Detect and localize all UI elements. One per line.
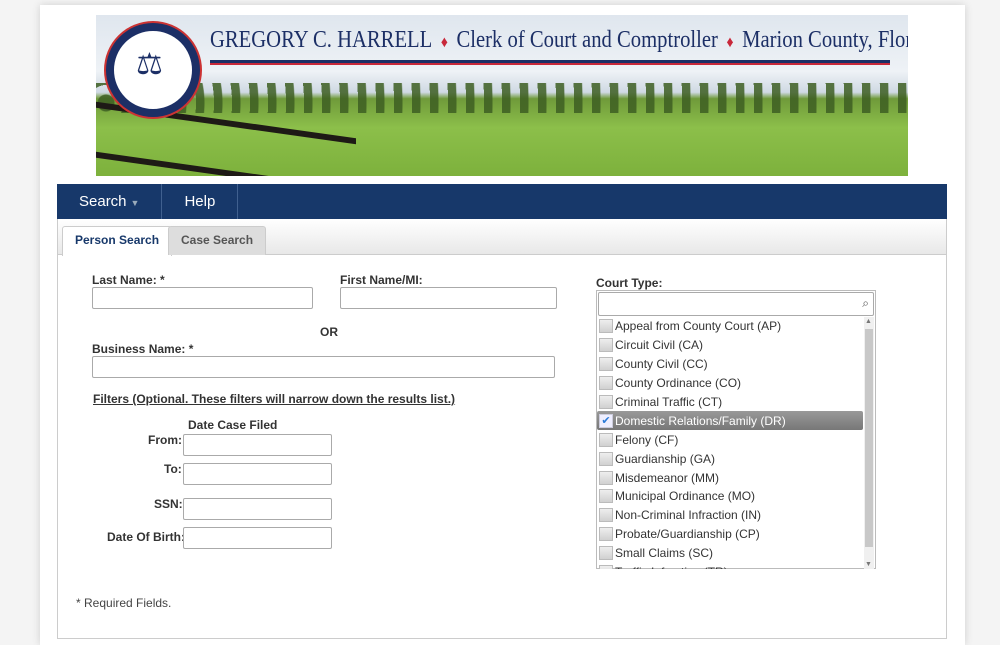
date-case-filed-heading: Date Case Filed (188, 418, 278, 432)
option-label: Municipal Ordinance (MO) (615, 489, 756, 504)
tab-case-search[interactable]: Case Search (168, 226, 267, 255)
tab-person-search[interactable]: Person Search (62, 226, 173, 256)
court-type-option[interactable]: Felony (CF) (597, 430, 865, 449)
scroll-down-icon[interactable]: ▼ (865, 561, 872, 568)
checkbox[interactable] (599, 319, 613, 334)
checkbox[interactable] (599, 470, 613, 485)
court-type-option[interactable]: Small Claims (SC) (597, 544, 865, 563)
court-type-option[interactable]: Probate/Guardianship (CP) (597, 525, 865, 544)
court-type-search-input[interactable] (598, 292, 874, 316)
tab-bar: Person Search Case Search (58, 219, 946, 256)
last-name-input[interactable] (92, 287, 313, 309)
option-label: County Ordinance (CO) (615, 376, 742, 391)
ssn-input[interactable] (183, 498, 332, 520)
nav-search[interactable]: Search ▼ (57, 184, 163, 219)
checkbox[interactable] (599, 451, 613, 466)
last-name-label: Last Name: * (92, 273, 165, 287)
scroll-up-icon[interactable]: ▲ (865, 318, 872, 325)
option-label: Non-Criminal Infraction (IN) (615, 508, 762, 523)
court-type-option[interactable]: Municipal Ordinance (MO) (597, 487, 865, 506)
dob-input[interactable] (183, 527, 332, 549)
header-banner: ⚖ GREGORY C. HARRELL ♦ Clerk of Court and … (96, 15, 908, 176)
option-label: Appeal from County Court (AP) (615, 319, 782, 334)
main-nav: Search ▼ Help (57, 184, 947, 219)
trees-decoration (96, 83, 908, 113)
option-label: Felony (CF) (615, 432, 679, 447)
scrollbar-thumb[interactable] (865, 329, 873, 547)
business-name-label: Business Name: * (92, 342, 194, 356)
checkbox[interactable] (599, 432, 613, 447)
dob-label: Date Of Birth: (107, 530, 185, 544)
court-type-option[interactable]: Guardianship (GA) (597, 449, 865, 468)
search-icon: ⌕ (862, 296, 869, 310)
from-label: From: (148, 433, 182, 447)
county-name: Marion County, Florida (742, 27, 908, 53)
option-label: Circuit Civil (CA) (615, 338, 703, 353)
court-type-option[interactable]: Criminal Traffic (CT) (597, 393, 865, 412)
to-label: To: (164, 462, 182, 476)
checkbox[interactable] (599, 357, 613, 372)
court-type-option[interactable]: Circuit Civil (CA) (597, 336, 865, 355)
option-label: Probate/Guardianship (CP) (615, 527, 760, 542)
checkbox[interactable] (599, 489, 613, 504)
or-separator: OR (320, 325, 338, 339)
checkbox[interactable] (599, 508, 613, 523)
business-name-input[interactable] (92, 356, 555, 378)
option-label: Misdemeanor (MM) (615, 470, 720, 485)
clerk-seal-logo: ⚖ (106, 23, 200, 117)
option-label: County Civil (CC) (615, 357, 708, 372)
caret-down-icon: ▼ (130, 198, 140, 208)
option-label: Guardianship (GA) (615, 451, 716, 466)
option-label: Domestic Relations/Family (DR) (615, 413, 786, 428)
filters-heading: Filters (Optional. These filters will na… (93, 392, 456, 406)
court-type-option[interactable]: ✔ Domestic Relations/Family (DR) (597, 411, 863, 431)
court-type-option[interactable]: Non-Criminal Infraction (IN) (597, 506, 865, 525)
court-type-multiselect: ⌕ Appeal from County Court (AP) Circuit C… (596, 290, 876, 569)
court-type-option[interactable]: County Civil (CC) (597, 355, 865, 374)
checkbox[interactable] (599, 376, 613, 391)
first-name-label: First Name/MI: (340, 273, 423, 287)
required-fields-note: * Required Fields. (76, 596, 172, 610)
first-name-input[interactable] (340, 287, 557, 309)
court-type-list: Appeal from County Court (AP) Circuit Civ… (597, 317, 865, 569)
nav-search-label: Search (79, 193, 127, 210)
nav-help[interactable]: Help (162, 184, 239, 219)
option-label: Small Claims (SC) (615, 546, 714, 561)
court-type-option[interactable]: Misdemeanor (MM) (597, 468, 865, 487)
checkbox[interactable] (599, 395, 613, 409)
banner-title: GREGORY C. HARRELL ♦ Clerk of Court and Co… (210, 27, 908, 54)
court-type-option[interactable]: Appeal from County Court (AP) (597, 317, 865, 336)
clerk-title: Clerk of Court and Comptroller (456, 27, 718, 53)
clerk-name: GREGORY C. HARRELL (210, 27, 433, 53)
court-type-label: Court Type: (596, 276, 663, 290)
ssn-label: SSN: (154, 497, 183, 511)
checkbox[interactable] (599, 338, 613, 353)
checkbox[interactable] (599, 546, 613, 561)
scrollbar[interactable]: ▲ ▼ (864, 317, 874, 569)
banner-rule (210, 60, 890, 65)
option-label: Criminal Traffic (CT) (615, 395, 723, 409)
option-label: Traffic Infraction (TR) (615, 565, 728, 569)
court-type-option[interactable]: Traffic Infraction (TR) (597, 563, 865, 569)
checkbox[interactable] (599, 565, 613, 569)
court-type-option[interactable]: County Ordinance (CO) (597, 374, 865, 393)
date-from-input[interactable] (183, 434, 332, 456)
date-to-input[interactable] (183, 463, 332, 485)
checkbox[interactable] (599, 527, 613, 542)
checkbox-checked[interactable]: ✔ (599, 413, 613, 428)
